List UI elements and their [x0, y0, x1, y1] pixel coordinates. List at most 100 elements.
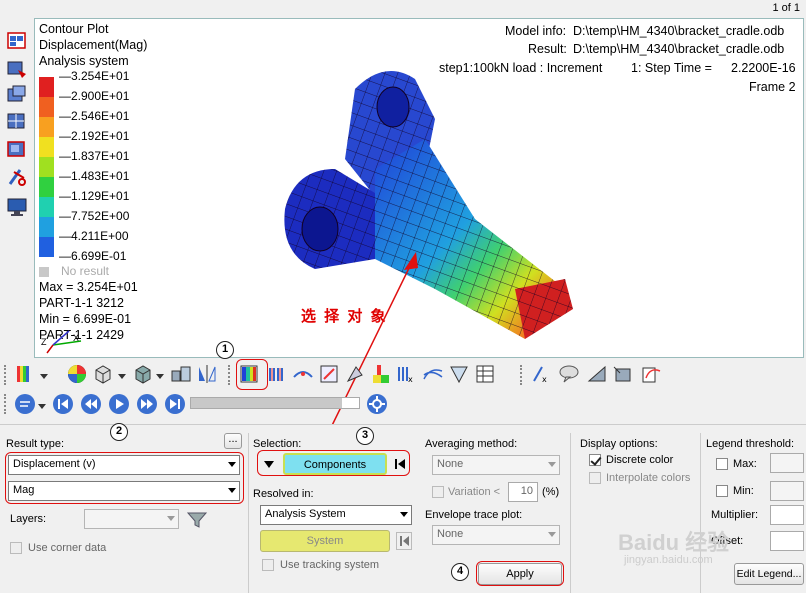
blocks-icon[interactable] [170, 363, 192, 385]
legend-min-checkbox[interactable] [716, 485, 728, 497]
model-info-value: D:\temp\HM_4340\bracket_cradle.odb [573, 24, 785, 38]
top-strip: 1 of 1 [0, 0, 806, 18]
probe-icon[interactable] [586, 363, 608, 385]
last-frame-icon[interactable] [164, 393, 186, 415]
resolved-in-label: Resolved in: [253, 488, 314, 500]
iso-contour-icon[interactable] [266, 363, 288, 385]
offset-input[interactable] [770, 531, 804, 551]
rewind-icon[interactable] [80, 393, 102, 415]
multiplier-label: Multiplier: [711, 509, 759, 521]
animation-settings-icon[interactable] [366, 393, 388, 415]
chevron-down-icon [400, 512, 408, 517]
play-icon[interactable] [108, 393, 130, 415]
layers-select[interactable] [84, 509, 179, 529]
legend-min-label: Min: [733, 485, 754, 497]
max-value-text: Max = 3.254E+01 [39, 280, 138, 294]
chevron-down-icon [167, 516, 175, 521]
legend-label: —6.699E-01 [59, 249, 127, 263]
averaging-method-label: Averaging method: [425, 438, 518, 450]
envelope-trace-select[interactable]: None [432, 525, 560, 545]
window-cascade-icon[interactable] [6, 84, 28, 106]
legend-label: —1.129E+01 [59, 189, 130, 203]
svg-text:x: x [408, 375, 413, 384]
display-options-label: Display options: [580, 438, 658, 450]
result-type-label: Result type: [6, 438, 65, 450]
divider [570, 433, 571, 593]
first-frame-icon[interactable] [52, 393, 74, 415]
monitor-icon[interactable] [6, 196, 28, 218]
note-bubble-icon[interactable] [558, 363, 580, 385]
use-tracking-system-checkbox[interactable] [262, 559, 274, 571]
legend-max-label: Max: [733, 458, 757, 470]
filter-funnel-icon[interactable] [186, 511, 210, 529]
animation-mode-icon[interactable] [14, 393, 36, 415]
fast-forward-icon[interactable] [136, 393, 158, 415]
measure-icon[interactable] [612, 363, 634, 385]
resolved-in-value: Analysis System [265, 508, 346, 520]
averaging-method-select[interactable]: None [432, 455, 560, 475]
contour-legend-icon[interactable] [14, 363, 36, 385]
result-label: Result: [528, 42, 567, 56]
window-expand-icon[interactable] [6, 138, 28, 160]
toolbar-grip [4, 394, 8, 414]
page-layout-icon[interactable] [6, 30, 28, 52]
variation-checkbox[interactable] [432, 486, 444, 498]
page-indicator: 1 of 1 [772, 2, 800, 14]
section-cut-icon[interactable] [448, 363, 470, 385]
legend-label: —2.546E+01 [59, 109, 130, 123]
highlight-result-type [5, 452, 244, 504]
axis-x-label: X [73, 333, 80, 343]
animation-slider-fill [191, 398, 343, 408]
mesh-cube-icon[interactable] [92, 363, 114, 385]
callout-2: 2 [110, 423, 128, 441]
legend-swatch [39, 237, 54, 257]
svg-text:x: x [542, 375, 547, 384]
legend-swatch [39, 117, 54, 137]
tensor-plot-icon[interactable] [344, 363, 366, 385]
use-corner-data-checkbox[interactable] [10, 542, 22, 554]
dropdown-arrow-icon[interactable] [38, 401, 46, 423]
contour-title-line-3: Analysis system [39, 54, 129, 68]
window-tile-icon[interactable] [6, 110, 28, 132]
window-display-icon[interactable] [6, 58, 28, 80]
legend-swatch [39, 157, 54, 177]
vector-plot-icon[interactable] [318, 363, 340, 385]
legend-max-checkbox[interactable] [716, 458, 728, 470]
chevron-down-icon [548, 462, 556, 467]
derived-results-icon[interactable]: x [530, 363, 552, 385]
query-table-icon[interactable] [474, 363, 496, 385]
cut-tool-icon[interactable] [6, 166, 28, 188]
edit-legend-button[interactable]: Edit Legend... [734, 563, 804, 585]
interpolate-colors-checkbox[interactable] [589, 472, 601, 484]
solid-cube-icon[interactable] [132, 363, 154, 385]
mirror-icon[interactable] [196, 363, 218, 385]
legend-max-input[interactable] [770, 453, 804, 473]
discrete-color-checkbox[interactable] [589, 454, 601, 466]
highlight-selection [257, 450, 410, 476]
variation-input[interactable]: 10 [508, 482, 538, 502]
animation-slider[interactable] [190, 397, 360, 409]
deformed-shape-icon[interactable] [292, 363, 314, 385]
baidu-watermark-url: jingyan.baidu.com [624, 554, 713, 566]
variation-label: Variation < [448, 486, 501, 498]
streamline-icon[interactable] [422, 363, 444, 385]
baidu-watermark: Baidu 经验 [618, 530, 730, 555]
report-chart-icon[interactable] [640, 363, 662, 385]
frame-text: Frame 2 [749, 80, 796, 94]
plot-expression-icon[interactable]: x [396, 363, 418, 385]
resolved-in-select[interactable]: Analysis System [260, 505, 412, 525]
chevron-down-icon [548, 532, 556, 537]
legend-min-input[interactable] [770, 481, 804, 501]
color-wheel-icon[interactable] [66, 363, 88, 385]
model-info-label: Model info: [505, 24, 567, 38]
toolbar-grip [520, 365, 524, 385]
highlight-contour-button [236, 359, 268, 390]
browse-button[interactable]: ... [224, 433, 242, 449]
system-button[interactable]: System [260, 530, 390, 552]
markers-icon[interactable] [370, 363, 392, 385]
discrete-color-label: Discrete color [606, 454, 674, 466]
system-reset-icon[interactable] [396, 532, 412, 550]
multiplier-input[interactable] [770, 505, 804, 525]
result-toolbar: x x [0, 359, 806, 389]
no-result-label: No result [61, 264, 110, 278]
